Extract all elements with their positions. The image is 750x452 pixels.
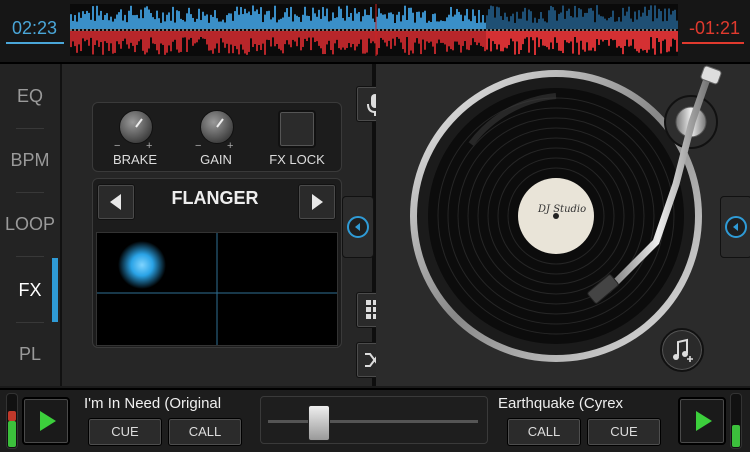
right-cue-button[interactable]: CUE — [587, 418, 661, 446]
next-effect-button[interactable] — [298, 184, 336, 220]
triangle-left-icon — [110, 194, 121, 210]
right-call-button[interactable]: CALL — [507, 418, 581, 446]
side-tab-bar: EQ BPM LOOP FX PL — [0, 64, 62, 386]
gain-knob[interactable] — [200, 110, 234, 144]
waveform-overview[interactable] — [70, 4, 678, 56]
fx-lock-button[interactable] — [278, 110, 316, 148]
arrow-left-icon — [725, 216, 747, 238]
tab-eq-label: EQ — [16, 86, 43, 106]
tab-bpm[interactable]: BPM — [0, 128, 60, 192]
left-level-fill — [8, 421, 16, 447]
record-label-text: DJ Studio — [537, 204, 586, 215]
knob-icon — [135, 118, 143, 128]
brake-minus: − — [114, 140, 121, 152]
active-tab-indicator — [52, 258, 58, 322]
right-track-title: Earthquake (Cyrex — [498, 395, 624, 412]
remaining-time: -01:21 — [688, 18, 740, 38]
brake-label: BRAKE — [112, 152, 158, 167]
crossfader-handle[interactable] — [308, 405, 330, 441]
left-call-button[interactable]: CALL — [168, 418, 242, 446]
left-track-title: I'm In Need (Original — [84, 395, 222, 412]
gain-plus: + — [227, 140, 234, 152]
right-level-meter — [730, 393, 742, 449]
brake-knob[interactable] — [119, 110, 153, 144]
crossfader-track — [268, 420, 478, 423]
add-music-button[interactable] — [660, 328, 704, 372]
tab-fx-label: FX — [18, 280, 42, 300]
elapsed-time-underline — [6, 42, 64, 44]
fx-xy-pad[interactable] — [96, 232, 338, 346]
play-icon — [696, 411, 712, 431]
waveform-top — [70, 5, 678, 30]
tab-loop-label: LOOP — [4, 214, 56, 234]
effect-name: FLANGER — [171, 188, 259, 208]
play-icon — [40, 411, 56, 431]
left-cue-button[interactable]: CUE — [88, 418, 162, 446]
gain-label: GAIN — [200, 152, 232, 167]
right-level-fill — [732, 425, 740, 447]
arrow-left-icon — [347, 216, 369, 238]
left-level-meter — [6, 393, 18, 449]
elapsed-time: 02:23 — [12, 18, 58, 38]
fx-lock-label: FX LOCK — [269, 152, 325, 167]
gain-minus: − — [195, 140, 202, 152]
tab-eq[interactable]: EQ — [0, 64, 60, 128]
knob-icon — [216, 118, 224, 128]
xy-pad-cursor — [118, 241, 166, 289]
tab-pl[interactable]: PL — [0, 322, 60, 386]
tab-pl-label: PL — [18, 344, 42, 364]
left-play-button[interactable] — [22, 397, 70, 445]
left-level-peak — [8, 411, 16, 421]
music-note-plus-icon — [673, 338, 693, 362]
triangle-right-icon — [312, 194, 323, 210]
tab-divider — [16, 256, 44, 257]
right-play-button[interactable] — [678, 397, 726, 445]
tab-loop[interactable]: LOOP — [0, 192, 60, 256]
brake-plus: + — [146, 140, 153, 152]
tab-bpm-label: BPM — [10, 150, 50, 170]
left-deck-slide-tab[interactable] — [342, 196, 374, 258]
previous-effect-button[interactable] — [97, 184, 135, 220]
waveform-bottom — [70, 31, 678, 55]
remaining-time-underline — [682, 42, 744, 44]
right-deck-slide-tab[interactable] — [720, 196, 750, 258]
tab-fx[interactable]: FX — [0, 258, 60, 322]
